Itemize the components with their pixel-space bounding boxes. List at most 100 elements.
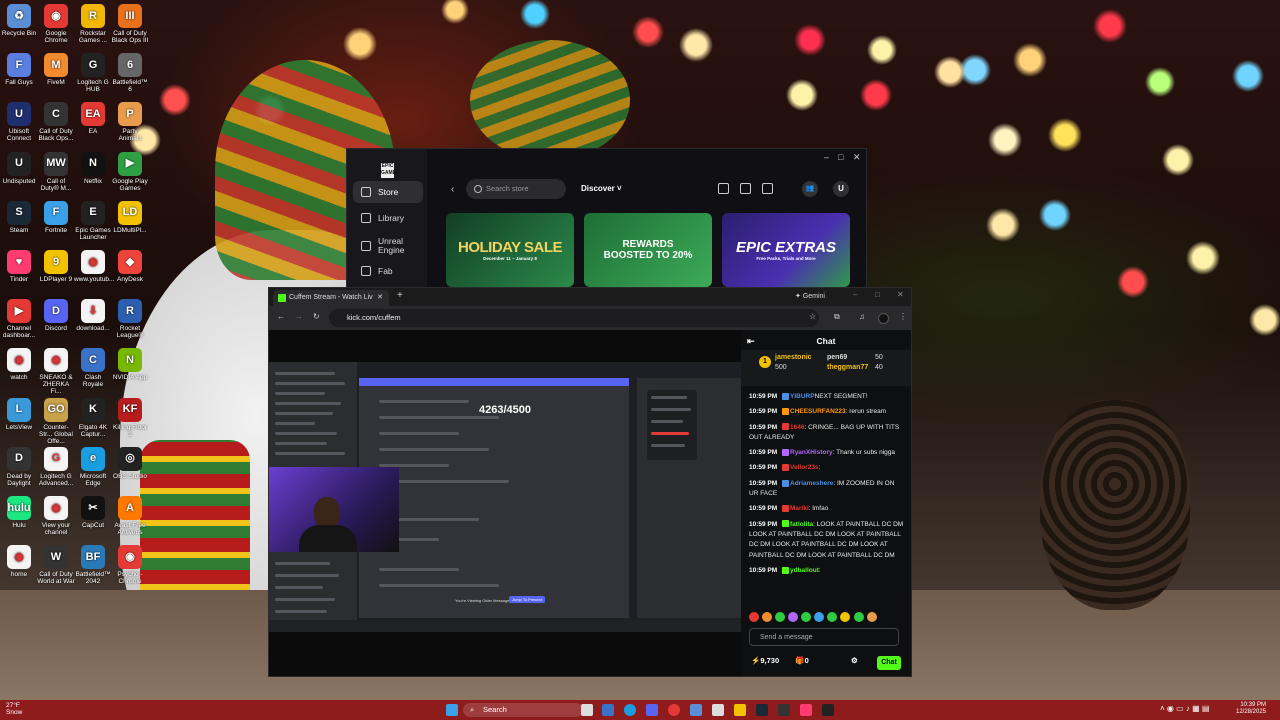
desktop-icon[interactable]: C Clash Royale [74,348,112,388]
desktop-icon[interactable]: U Ubisoft Connect [0,102,38,142]
desktop-icon[interactable]: R Rocket League® [111,299,149,339]
desktop-icon[interactable]: N Netflix [74,151,112,185]
cart-icon[interactable] [762,183,773,194]
desktop-icon[interactable]: ✂ CapCut [74,496,112,529]
collapse-chat-icon[interactable]: ⇤ [747,330,755,352]
desktop-icon[interactable]: e Microsoft Edge [74,446,112,487]
desktop-icon[interactable]: ◉ www.youtub... [74,250,114,283]
epic-nav-library[interactable]: Library [353,207,423,229]
desktop-icon[interactable]: L LetsView [0,397,38,431]
discover-menu[interactable]: Discover ˅ [581,184,622,193]
emote[interactable] [788,612,799,623]
chat-message-input[interactable]: Send a message [749,628,899,646]
desktop-icon[interactable]: KF Killing Floor 3 [111,397,149,438]
message-username[interactable]: fatlolita [790,521,813,528]
minimize-icon[interactable]: – [824,152,829,162]
message-username[interactable]: Mariki [790,505,809,512]
points-icon[interactable]: ⚡ [751,656,760,665]
desktop-icon[interactable]: W Call of Duty World at War [37,545,75,585]
message-username[interactable]: RyanXHistory [790,449,833,456]
discord-icon[interactable] [646,704,658,716]
epic-nav-fab[interactable]: Fab [353,260,423,282]
emote[interactable] [853,612,864,623]
avatar[interactable]: U [833,181,849,197]
emote[interactable] [762,612,773,623]
chrome-icon[interactable] [668,704,680,716]
music-icon[interactable] [800,704,812,716]
desktop-icon[interactable]: ◉ View your channel [37,496,75,536]
desktop-icon[interactable]: S Steam [0,200,38,234]
store-icon[interactable] [690,704,702,716]
desktop-icon[interactable]: D Dead by Daylight [0,446,38,487]
desktop-icon[interactable]: BF Battlefield™ 2042 [74,545,112,585]
desktop-icon[interactable]: ♻ Recycle Bin [0,4,38,37]
back-icon[interactable]: ← [277,312,285,321]
back-icon[interactable]: ‹ [451,184,454,195]
weather-widget[interactable]: 27°F Snow [6,702,22,716]
menu-icon[interactable]: ⋮ [899,312,907,321]
desktop-icon[interactable]: III Call of Duty Black Ops III [111,4,149,44]
wishlist-icon[interactable] [718,183,729,194]
notepad-icon[interactable] [712,704,724,716]
emote[interactable] [827,612,838,623]
desktop-icon[interactable]: G Logitech G HUB [74,53,112,93]
minimize-icon[interactable]: – [853,290,857,299]
media-icon[interactable]: ♫ [859,312,865,321]
reload-icon[interactable]: ↻ [313,312,320,321]
gemini-button[interactable]: ✦ Gemini [795,292,825,300]
forward-icon[interactable]: → [295,312,303,321]
obs-icon[interactable] [778,704,790,716]
edge-icon[interactable] [624,704,636,716]
message-username[interactable]: Vellor23s [790,464,819,471]
desktop-icon[interactable]: N NVIDIA App [111,348,149,381]
emote[interactable] [775,612,786,623]
stream-player[interactable]: You're Viewing Older Messages Jump To Pr… [269,330,741,676]
desktop-icon[interactable]: U Undisputed [0,151,38,185]
desktop-icon[interactable]: ◉ SNEAKO & ZHERKA Fi... [37,348,75,395]
gift-icon[interactable] [740,183,751,194]
emote[interactable] [866,612,877,623]
desktop-icon[interactable]: ◉ Psycho - Chrome [111,545,149,585]
maximize-icon[interactable]: □ [875,290,880,299]
emote[interactable] [749,612,759,623]
widgets-icon[interactable] [602,704,614,716]
desktop-icon[interactable]: ▶ Google Play Games [111,151,149,192]
task-view-icon[interactable] [581,704,593,716]
desktop-icon[interactable]: K Elgato 4K Captur... [74,397,112,438]
banner-rewards[interactable]: REWARDS BOOSTED TO 20% [584,213,712,287]
epic-nav-store[interactable]: Store [353,181,423,203]
desktop-icon[interactable]: M FiveM [37,53,75,86]
desktop-icon[interactable]: ◎ OBS Studio [111,446,149,480]
epic-search-input[interactable]: Search store [466,179,566,199]
clock[interactable]: 10:39 PM 12/28/2025 [1236,702,1266,716]
message-username[interactable]: 1646 [790,424,804,431]
maximize-icon[interactable]: □ [838,152,843,162]
desktop-icon[interactable]: R Rockstar Games ... [74,4,112,44]
banner-holiday-sale[interactable]: HOLIDAY SALE December 11 – January 8 [446,213,574,287]
close-icon[interactable]: ✕ [853,152,861,163]
desktop-icon[interactable]: 9 LDPlayer 9 [37,250,75,283]
tray-icons[interactable]: ˄ ◉ ▭ ♪ ▦ ▤ [1160,704,1209,713]
friends-icon[interactable]: 👥 [802,181,818,197]
emote[interactable] [801,612,812,623]
desktop-icon[interactable]: MW Call of Duty® M... [37,151,75,192]
bookmark-star-icon[interactable]: ☆ [809,312,816,321]
message-username[interactable]: ydballout [790,567,819,574]
chat-settings-icon[interactable]: ⚙ [851,656,858,665]
desktop-icon[interactable]: E Epic Games Launcher [74,200,112,241]
message-username[interactable]: CHEESURFAN223 [790,408,846,415]
send-chat-button[interactable]: Chat [877,656,901,670]
url-input[interactable]: kick.com/cuffem [329,309,819,327]
desktop-icon[interactable]: ◉ Google Chrome [37,4,75,44]
desktop-icon[interactable]: ▶ Channel dashboar... [0,299,38,339]
desktop-icon[interactable]: ◉ watch [0,348,38,381]
desktop-icon[interactable]: A Avast Free Antivirus [111,496,149,536]
file-explorer-icon[interactable] [734,704,746,716]
new-tab-icon[interactable]: + [397,290,403,301]
desktop-icon[interactable]: G Logitech G Advanced... [37,446,75,487]
desktop-icon[interactable]: ◆ AnyDesk [111,250,149,283]
desktop-icon[interactable]: P Party Animals [111,102,149,142]
emote[interactable] [840,612,851,623]
close-icon[interactable]: ✕ [897,290,904,299]
desktop-icon[interactable]: D Discord [37,299,75,332]
